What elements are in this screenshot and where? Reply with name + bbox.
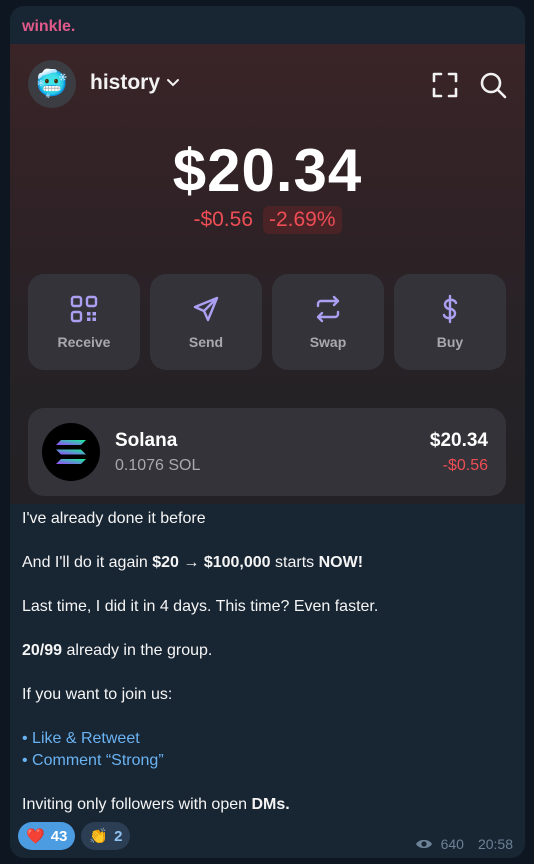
message-line: Last time, I did it in 4 days. This time… — [22, 598, 378, 616]
search-icon — [480, 72, 507, 99]
token-change: -$0.56 — [442, 457, 488, 474]
balance-change: -$0.56 -2.69% — [10, 206, 525, 234]
bold-text: DMs. — [251, 796, 290, 813]
account-selector: history — [90, 71, 180, 95]
token-value: $20.34 — [429, 430, 488, 451]
text-segment: Last time, I did it in 4 days. This time… — [22, 598, 379, 615]
reaction-count: 2 — [114, 827, 123, 845]
link-text[interactable]: • Comment “Strong” — [22, 752, 164, 769]
message-line: And I'll do it again $20 → $100,000 star… — [22, 554, 363, 572]
reactions: ❤️ 43 👏 2 — [18, 822, 131, 850]
bold-text: $20 → $100,000 — [152, 554, 271, 571]
message-line: If you want to join us: — [22, 686, 172, 704]
swap-label: Swap — [309, 334, 347, 350]
avatar-emoji: 🥶 — [35, 69, 69, 99]
chevron-down-icon — [167, 79, 180, 87]
clap-icon: 👏 — [89, 827, 109, 845]
heart-icon: ❤️ — [26, 827, 45, 845]
token-amount: 0.1076 SOL — [115, 457, 201, 474]
text-segment: And I'll do it again — [22, 554, 153, 571]
view-count: 640 — [440, 836, 464, 852]
message-line: 20/99 already in the group. — [22, 642, 212, 660]
token-row-solana: Solana 0.1076 SOL $20.34 -$0.56 — [28, 408, 506, 496]
avatar: 🥶 — [28, 60, 76, 108]
buy-button: Buy — [394, 274, 506, 370]
swap-icon — [316, 295, 340, 323]
receive-button: Receive — [28, 274, 140, 370]
text-segment: Inviting only followers with open — [22, 796, 252, 813]
solana-logo-icon — [42, 423, 100, 481]
send-label: Send — [188, 334, 224, 350]
text-segment: already in the group. — [62, 642, 213, 659]
qr-code-icon — [70, 295, 98, 323]
wallet-screenshot[interactable]: 🥶 history $20.34 -$0.56 -2.69% Receive S… — [10, 44, 525, 504]
message-line: I've already done it before — [22, 510, 206, 528]
text-segment: If you want to join us: — [22, 686, 173, 703]
message-bubble: winkle. 🥶 history $20.34 -$0.56 -2.69% R… — [10, 6, 525, 858]
reaction-count: 43 — [50, 827, 68, 845]
bold-text: NOW! — [318, 554, 364, 571]
receive-label: Receive — [57, 334, 111, 350]
action-row: Receive Send Swap Buy — [28, 274, 506, 370]
dollar-icon — [442, 294, 458, 324]
message-meta: 640 20:58 — [415, 836, 513, 852]
scan-icon — [432, 72, 458, 98]
account-label: history — [90, 71, 161, 94]
sender-name[interactable]: winkle. — [22, 18, 75, 36]
text-segment: starts — [270, 554, 319, 571]
balance-amount: $20.34 — [172, 137, 363, 204]
message-link[interactable]: • Comment “Strong” — [22, 752, 164, 770]
send-button: Send — [150, 274, 262, 370]
link-text[interactable]: • Like & Retweet — [22, 730, 140, 747]
reaction-clap[interactable]: 👏 2 — [81, 822, 131, 850]
timestamp: 20:58 — [477, 836, 513, 852]
text-segment: I've already done it before — [22, 510, 206, 527]
eye-icon — [415, 839, 432, 849]
bold-text: 20/99 — [22, 642, 63, 659]
send-icon — [193, 296, 219, 322]
token-name: Solana — [115, 430, 178, 451]
message-link[interactable]: • Like & Retweet — [22, 730, 140, 748]
change-percent: -2.69% — [263, 206, 342, 234]
swap-button: Swap — [272, 274, 384, 370]
message-line: Inviting only followers with open DMs. — [22, 796, 290, 814]
reaction-heart[interactable]: ❤️ 43 — [18, 822, 76, 850]
change-amount: -$0.56 — [193, 208, 253, 231]
buy-label: Buy — [436, 334, 464, 350]
